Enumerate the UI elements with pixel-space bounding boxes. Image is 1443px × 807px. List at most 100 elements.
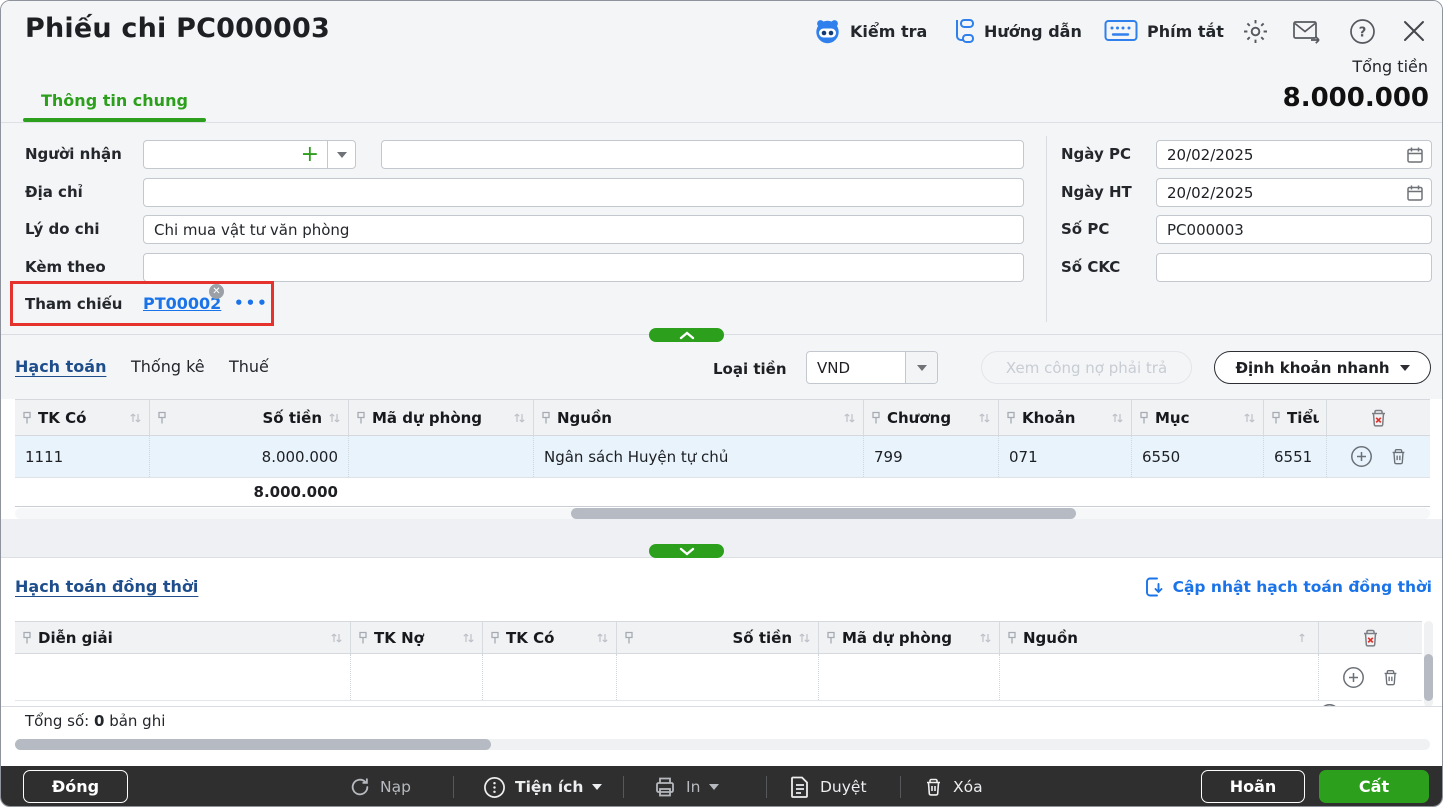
recipient-name-input[interactable]	[381, 140, 1024, 169]
refresh-icon	[349, 776, 371, 798]
print-button[interactable]: In	[653, 766, 719, 807]
quick-entry-button[interactable]: Định khoản nhanh	[1214, 351, 1431, 384]
date-ht-value[interactable]: 20/02/2025	[1157, 179, 1399, 206]
reason-input[interactable]	[143, 215, 1024, 244]
cell-tk-co[interactable]: 1111	[15, 436, 149, 477]
sort-icon[interactable]	[979, 632, 992, 644]
remove-reference-icon[interactable]: ✕	[209, 284, 224, 299]
recipient-input[interactable]: +	[144, 141, 327, 168]
add-row-icon[interactable]	[1350, 445, 1373, 468]
column-header-actions[interactable]	[1326, 400, 1430, 435]
column-header-khoan[interactable]: Khoản	[998, 400, 1131, 435]
shortcut-button[interactable]: Phím tắt	[1104, 16, 1224, 46]
sort-icon[interactable]	[1298, 632, 1311, 644]
currency-select[interactable]: VND	[806, 351, 938, 384]
column-header-dien-giai[interactable]: Diễn giải	[15, 622, 350, 653]
delete-row-icon[interactable]	[1381, 667, 1400, 688]
cell-khoan[interactable]: 071	[998, 436, 1131, 477]
column-header-actions-2[interactable]	[1318, 622, 1422, 653]
column-header-tk-no[interactable]: TK Nợ	[350, 622, 482, 653]
column-header-tk-co[interactable]: TK Có	[15, 400, 149, 435]
sort-icon[interactable]	[330, 632, 343, 644]
cell-so-tien[interactable]: 8.000.000	[149, 436, 348, 477]
column-header-muc[interactable]: Mục	[1131, 400, 1263, 435]
add-row-icon[interactable]	[1342, 666, 1365, 689]
sort-icon[interactable]	[596, 632, 609, 644]
column-header-ma-du-phong[interactable]: Mã dự phòng	[348, 400, 533, 435]
number-ckc-input[interactable]	[1156, 253, 1432, 282]
delete-row-icon[interactable]	[1389, 446, 1408, 467]
cell-tk-co[interactable]	[482, 654, 616, 700]
tab-hach-toan[interactable]: Hạch toán	[15, 357, 106, 376]
sort-icon[interactable]	[978, 412, 991, 424]
settings-button[interactable]	[1240, 16, 1270, 46]
collapse-concurrent-section-button[interactable]	[649, 544, 724, 558]
table1-hscroll-thumb[interactable]	[571, 508, 1076, 519]
help-button[interactable]: ?	[1347, 16, 1377, 46]
sort-icon[interactable]	[328, 412, 341, 424]
column-header-so-tien[interactable]: Số tiền	[149, 400, 348, 435]
column-header-tieu-muc[interactable]: Tiểu	[1263, 400, 1326, 435]
sort-icon[interactable]	[843, 412, 856, 424]
delete-all-icon[interactable]	[1368, 407, 1389, 429]
date-ht-field[interactable]: 20/02/2025	[1156, 178, 1432, 207]
cell-tk-no[interactable]	[350, 654, 482, 700]
check-button[interactable]: Kiểm tra	[814, 16, 927, 46]
collapse-top-section-button[interactable]	[649, 328, 724, 342]
currency-dropdown-button[interactable]	[905, 352, 937, 383]
tab-thue[interactable]: Thuế	[229, 357, 269, 376]
number-pc-input[interactable]	[1156, 215, 1432, 244]
bottom-hscroll-thumb[interactable]	[15, 739, 491, 750]
approve-button[interactable]: Duyệt	[789, 766, 867, 807]
close-window-button[interactable]: Đóng	[23, 770, 128, 803]
postpone-button[interactable]: Hoãn	[1201, 770, 1305, 803]
cell-muc[interactable]: 6550	[1131, 436, 1263, 477]
sort-icon[interactable]	[513, 412, 526, 424]
cell-dien-giai[interactable]	[15, 654, 350, 700]
concurrent-section-title[interactable]: Hạch toán đồng thời	[15, 577, 198, 596]
sort-icon[interactable]	[462, 632, 475, 644]
cell-nguon[interactable]	[999, 654, 1318, 700]
reload-button[interactable]: Nạp	[349, 766, 411, 807]
column-header-ma-du-phong-2[interactable]: Mã dự phòng	[818, 622, 999, 653]
delete-all-icon[interactable]	[1360, 627, 1381, 649]
accounting-table-row[interactable]: 1111 8.000.000 Ngân sách Huyện tự chủ 79…	[15, 436, 1430, 478]
address-input[interactable]	[143, 178, 1024, 207]
column-header-nguon-2[interactable]: Nguồn	[999, 622, 1318, 653]
add-recipient-icon[interactable]: +	[301, 144, 319, 166]
reference-more-button[interactable]: •••	[234, 294, 269, 312]
column-header-nguon[interactable]: Nguồn	[533, 400, 863, 435]
attachment-input[interactable]	[143, 253, 1024, 282]
date-pc-field[interactable]: 20/02/2025	[1156, 140, 1432, 169]
cell-so-tien[interactable]	[616, 654, 818, 700]
cell-nguon[interactable]: Ngân sách Huyện tự chủ	[533, 436, 863, 477]
date-pc-calendar-button[interactable]	[1399, 141, 1431, 168]
column-header-so-tien-2[interactable]: Số tiền	[616, 622, 818, 653]
cell-tieu-muc[interactable]: 6551	[1263, 436, 1326, 477]
recipient-combo[interactable]: +	[143, 140, 356, 169]
sort-icon[interactable]	[798, 632, 811, 644]
send-mail-button[interactable]	[1291, 16, 1321, 46]
cell-ma-du-phong[interactable]	[348, 436, 533, 477]
reference-link[interactable]: PT00002	[143, 294, 221, 313]
close-button[interactable]	[1399, 16, 1429, 46]
cell-ma-du-phong[interactable]	[818, 654, 999, 700]
sort-icon[interactable]	[129, 412, 142, 424]
guide-button[interactable]: Hướng dẫn	[951, 16, 1082, 46]
column-header-tk-co-2[interactable]: TK Có	[482, 622, 616, 653]
column-header-chuong[interactable]: Chương	[863, 400, 998, 435]
sort-icon[interactable]	[1111, 412, 1124, 424]
table2-vscroll-thumb[interactable]	[1424, 654, 1433, 701]
recipient-dropdown-button[interactable]	[327, 141, 355, 168]
concurrent-table-empty-row[interactable]	[15, 654, 1422, 701]
save-button[interactable]: Cất	[1319, 770, 1429, 803]
update-concurrent-link[interactable]: Cập nhật hạch toán đồng thời	[1144, 576, 1432, 598]
date-pc-value[interactable]: 20/02/2025	[1157, 141, 1399, 168]
utilities-button[interactable]: Tiện ích	[483, 766, 602, 807]
date-ht-calendar-button[interactable]	[1399, 179, 1431, 206]
tab-general-info[interactable]: Thông tin chung	[41, 91, 188, 110]
delete-button[interactable]: Xóa	[923, 766, 983, 807]
tab-thong-ke[interactable]: Thống kê	[131, 357, 205, 376]
sort-icon[interactable]	[1243, 412, 1256, 424]
cell-chuong[interactable]: 799	[863, 436, 998, 477]
